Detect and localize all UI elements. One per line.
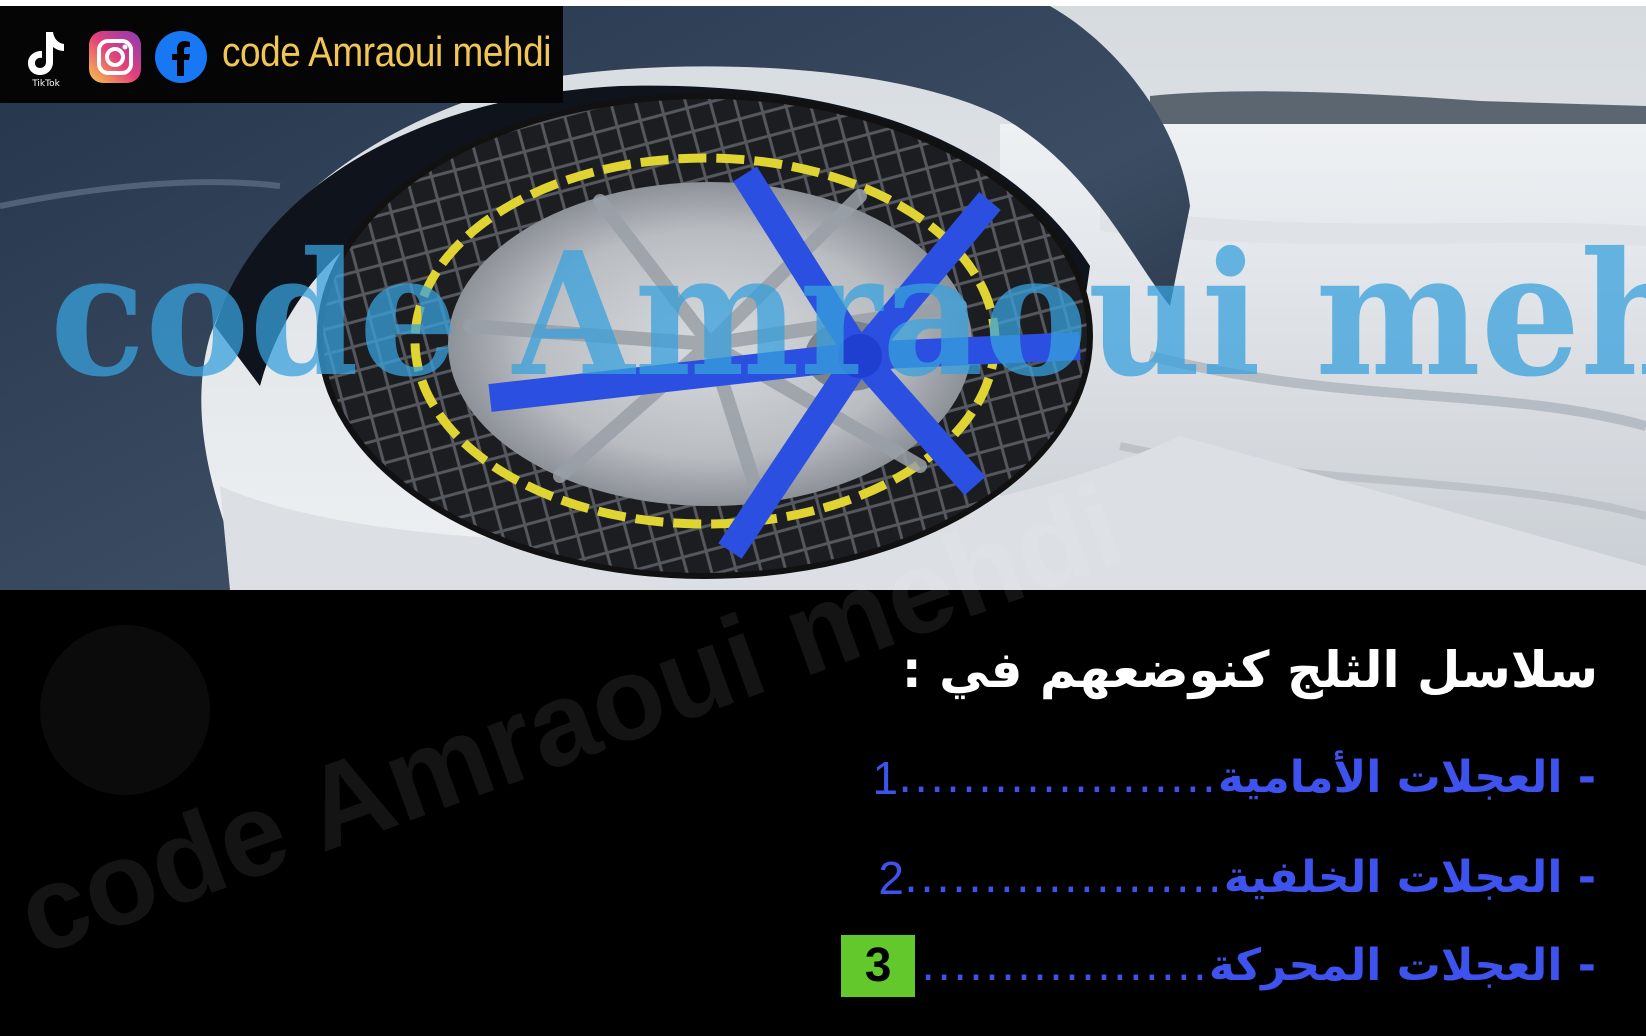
option-label: - العجلات المحركة [1208,940,1596,991]
social-bar: TikTok code Amraoui mehdi [0,6,563,103]
option-label: - العجلات الخلفية [1223,852,1596,903]
option-dots: .................. [921,940,1209,991]
overlay-watermark: code Amraoui mehdi [50,215,1646,415]
answer-option-1[interactable]: - العجلات الأمامية .................... … [873,750,1597,806]
tiktok-icon[interactable]: TikTok [22,26,70,88]
brand-name: code Amraoui mehdi [222,28,552,75]
option-dots: .................... [904,852,1224,903]
option-label: - العجلات الأمامية [1217,752,1596,803]
instagram-icon[interactable] [88,30,142,84]
question-title: سلاسل الثلج كنوضعهم في : [901,641,1598,699]
option-dots: .................... [898,752,1218,803]
option-number: 1 [872,752,899,804]
correct-answer-badge: 3 [841,935,916,997]
facebook-icon[interactable] [154,30,208,84]
answer-option-3[interactable]: - العجلات المحركة .................. 3 [841,935,1596,997]
decorative-circle [40,625,210,795]
answer-option-2[interactable]: - العجلات الخلفية .................... 2 [878,850,1596,906]
option-number: 2 [878,852,904,904]
svg-text:TikTok: TikTok [31,79,60,88]
